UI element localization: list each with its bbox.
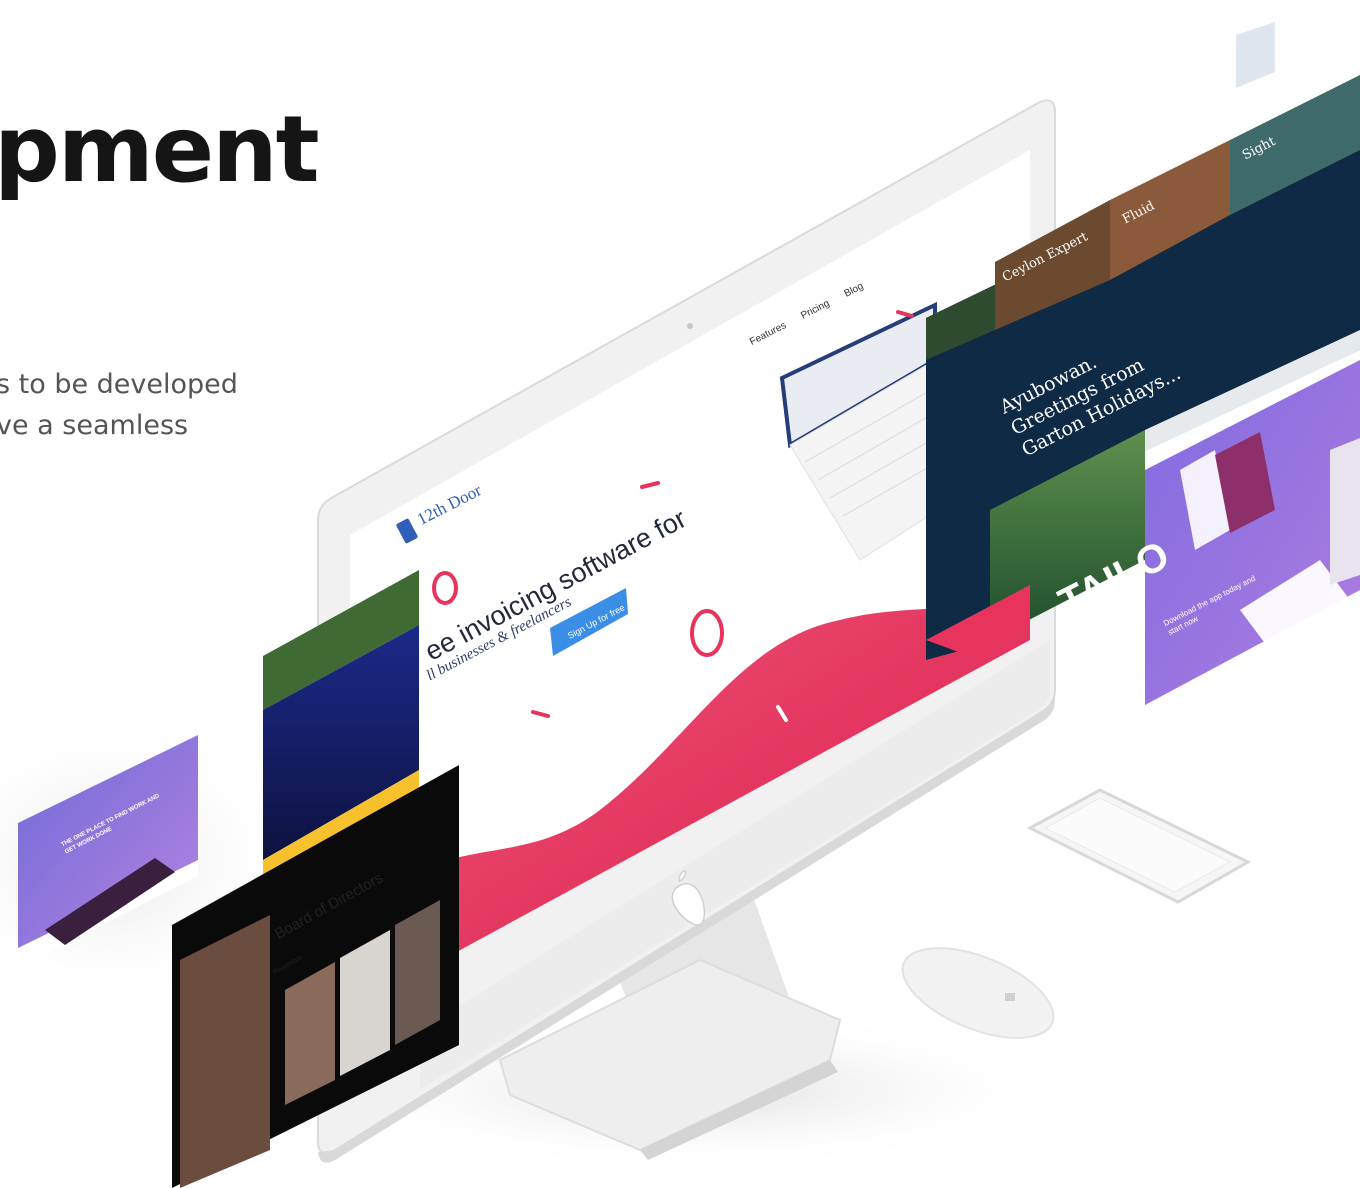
imac-camera	[687, 323, 693, 329]
isometric-mockup	[0, 22, 1360, 1188]
iphone-device	[1026, 788, 1252, 904]
floating-card	[1236, 22, 1275, 88]
